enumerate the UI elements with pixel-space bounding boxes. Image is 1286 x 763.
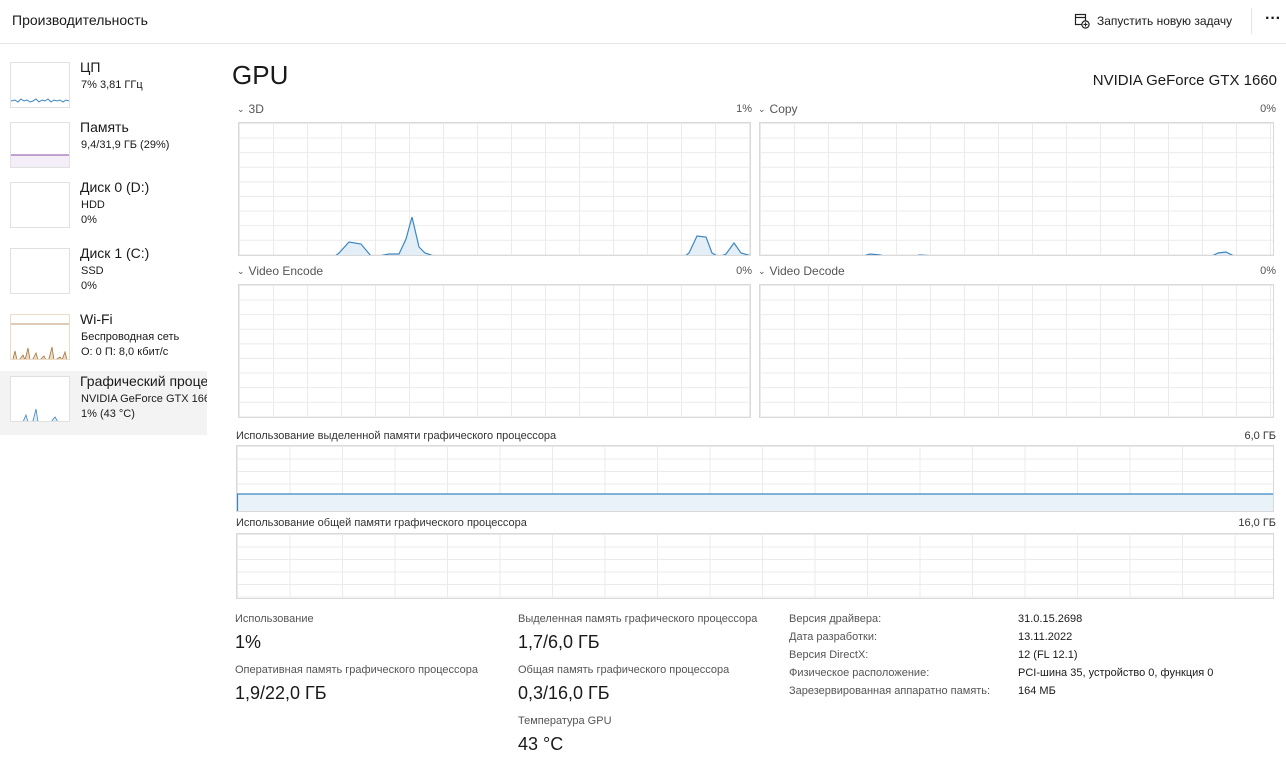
new-task-label: Запустить новую задачу	[1097, 14, 1233, 28]
wifi-thumbnail	[10, 314, 70, 360]
shared-memory-graph	[236, 533, 1274, 599]
sidebar: ЦП 7% 3,81 ГГц Память 9,4/31,9 ГБ (29%) …	[0, 45, 207, 763]
engine-selector-video-decode[interactable]: ⌄ Video Decode	[758, 264, 845, 278]
sidebar-item-label: ЦП	[80, 59, 101, 75]
engine-graph-copy	[759, 122, 1274, 256]
shared-memory-stat-value: 0,3/16,0 ГБ	[518, 683, 610, 703]
sidebar-item-detail: SSD	[81, 265, 104, 277]
dedicated-memory-stat-value: 1,7/6,0 ГБ	[518, 632, 600, 652]
more-options-icon[interactable]: ···	[1264, 8, 1282, 32]
sidebar-item-detail: 1% (43 °C)	[81, 408, 135, 420]
sidebar-item-label: Wi-Fi	[80, 311, 113, 327]
header-divider	[1251, 8, 1252, 34]
shared-memory-label: Использование общей памяти графического …	[236, 517, 527, 529]
cpu-thumbnail	[10, 62, 70, 108]
sidebar-item-detail: Беспроводная сеть	[81, 331, 180, 343]
engine-percent: 0%	[1260, 103, 1276, 115]
dedicated-memory-label: Использование выделенной памяти графичес…	[236, 430, 557, 442]
engine-selector-3d[interactable]: ⌄ 3D	[237, 102, 264, 116]
dedicated-memory-graph	[236, 445, 1274, 512]
page-title: Производительность	[12, 12, 148, 28]
usage-value: 1%	[235, 632, 262, 652]
new-task-button[interactable]: Запустить новую задачу	[1074, 10, 1232, 32]
engine-name: Video Encode	[248, 264, 324, 278]
memory-thumbnail	[10, 122, 70, 168]
engine-name: Copy	[769, 102, 798, 116]
sidebar-item-detail: 0%	[81, 214, 97, 226]
gpu-model-name: NVIDIA GeForce GTX 1660	[1092, 72, 1277, 89]
sidebar-item-memory[interactable]: Память 9,4/31,9 ГБ (29%)	[0, 117, 207, 181]
title-bar: Производительность Запустить новую задач…	[0, 0, 1286, 44]
engine-graph-video-encode	[238, 284, 751, 418]
engine-percent: 0%	[1260, 265, 1276, 277]
info-key: Версия DirectX:	[789, 649, 869, 661]
gpu-memory-value: 1,9/22,0 ГБ	[235, 683, 327, 703]
sidebar-item-cpu[interactable]: ЦП 7% 3,81 ГГц	[0, 57, 207, 121]
engine-percent: 0%	[736, 265, 752, 277]
engine-name: Video Decode	[769, 264, 845, 278]
disk1-thumbnail	[10, 248, 70, 294]
shared-memory-max: 16,0 ГБ	[1238, 517, 1276, 529]
gpu-thumbnail	[10, 376, 70, 422]
sidebar-item-detail: О: 0 П: 8,0 кбит/с	[81, 346, 169, 358]
usage-label: Использование	[235, 613, 314, 625]
sidebar-item-detail: 9,4/31,9 ГБ (29%)	[81, 139, 170, 151]
info-value: 164 МБ	[1018, 685, 1056, 697]
engine-selector-copy[interactable]: ⌄ Copy	[758, 102, 798, 116]
info-key: Зарезервированная аппаратно память:	[789, 685, 991, 697]
info-value: 13.11.2022	[1018, 631, 1073, 643]
sidebar-item-label: Графический процессор 0	[80, 373, 207, 389]
chevron-down-icon: ⌄	[758, 265, 766, 276]
engine-name: 3D	[248, 102, 264, 116]
sidebar-item-detail: 0%	[81, 280, 97, 292]
sidebar-item-detail: 7% 3,81 ГГц	[81, 79, 143, 91]
info-value: PCI-шина 35, устройство 0, функция 0	[1018, 667, 1214, 679]
engine-percent: 1%	[736, 103, 752, 115]
engine-selector-video-encode[interactable]: ⌄ Video Encode	[237, 264, 323, 278]
info-key: Дата разработки:	[789, 631, 878, 643]
gpu-memory-label: Оперативная память графического процессо…	[235, 664, 479, 676]
sidebar-item-label: Диск 1 (C:)	[80, 245, 150, 261]
engine-graph-3d	[238, 122, 751, 256]
sidebar-item-gpu[interactable]: Графический процессор 0 NVIDIA GeForce G…	[0, 371, 207, 435]
sidebar-item-detail: HDD	[81, 199, 105, 211]
info-key: Физическое расположение:	[789, 667, 930, 679]
chevron-down-icon: ⌄	[237, 265, 245, 276]
new-task-icon	[1074, 13, 1090, 29]
temperature-value: 43 °C	[518, 734, 564, 754]
chevron-down-icon: ⌄	[237, 103, 245, 114]
sidebar-item-disk1[interactable]: Диск 1 (C:) SSD 0%	[0, 243, 207, 307]
sidebar-item-wifi[interactable]: Wi-Fi Беспроводная сеть О: 0 П: 8,0 кбит…	[0, 309, 207, 373]
gpu-heading: GPU	[232, 60, 289, 90]
engine-graph-video-decode	[759, 284, 1274, 418]
dedicated-memory-stat-label: Выделенная память графического процессор…	[518, 613, 758, 625]
shared-memory-stat-label: Общая память графического процессора	[518, 664, 730, 676]
info-value: 31.0.15.2698	[1018, 613, 1083, 625]
sidebar-item-detail: NVIDIA GeForce GTX 1660	[81, 393, 207, 405]
sidebar-item-label: Память	[80, 119, 129, 135]
sidebar-item-label: Диск 0 (D:)	[80, 179, 150, 195]
temperature-label: Температура GPU	[518, 715, 612, 727]
disk0-thumbnail	[10, 182, 70, 228]
dedicated-memory-max: 6,0 ГБ	[1244, 430, 1276, 442]
info-key: Версия драйвера:	[789, 613, 882, 625]
chevron-down-icon: ⌄	[758, 103, 766, 114]
info-value: 12 (FL 12.1)	[1018, 649, 1078, 661]
sidebar-item-disk0[interactable]: Диск 0 (D:) HDD 0%	[0, 177, 207, 241]
